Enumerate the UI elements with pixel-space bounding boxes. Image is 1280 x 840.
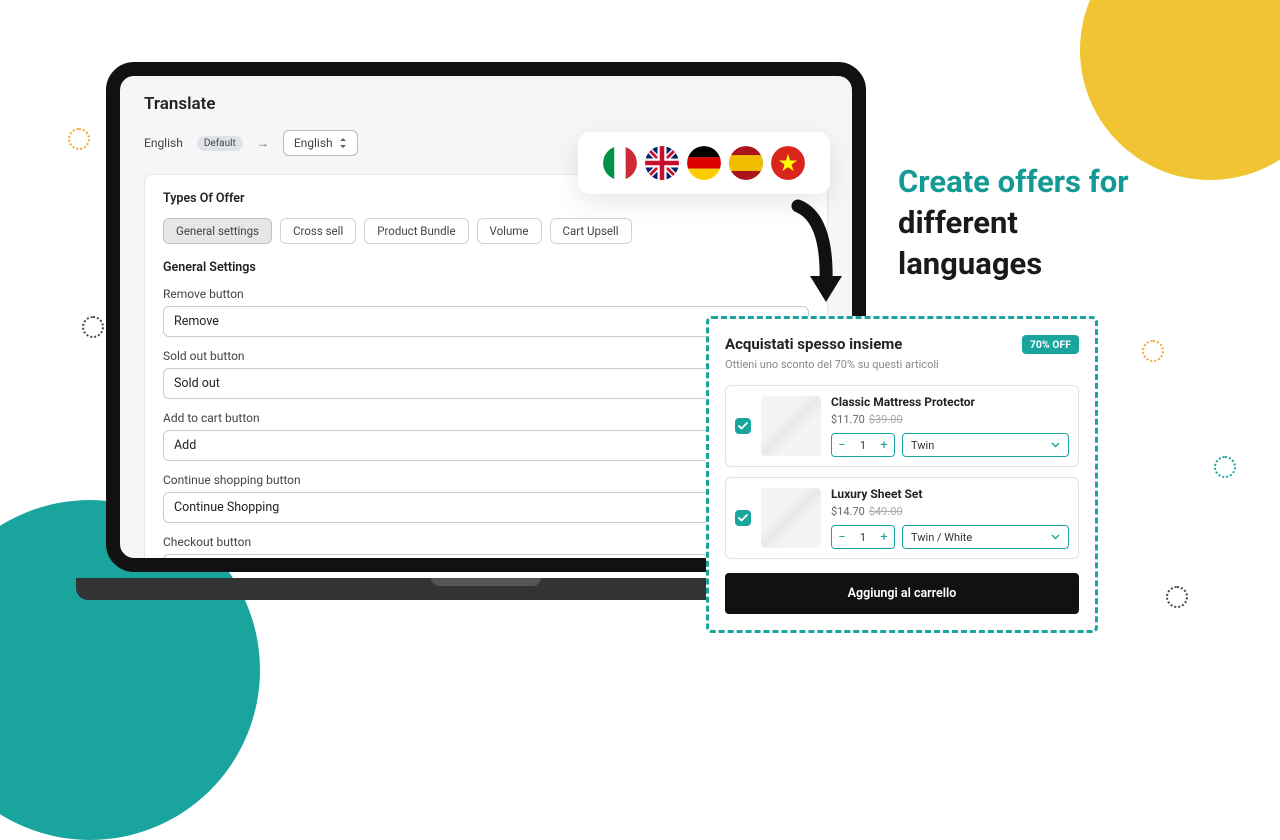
setting-label: Remove button xyxy=(163,287,809,301)
product-checkbox[interactable] xyxy=(735,418,751,434)
add-to-cart-button[interactable]: Aggiungi al carrello xyxy=(725,573,1079,614)
dot-decoration xyxy=(1214,456,1236,478)
flag-uk-icon xyxy=(645,146,679,180)
offer-title: Acquistati spesso insieme xyxy=(725,335,902,353)
page-title: Translate xyxy=(144,94,828,114)
dot-decoration xyxy=(1166,586,1188,608)
product-row: Classic Mattress Protector $11.70$39.00 −1… xyxy=(725,385,1079,467)
general-settings-header: General Settings xyxy=(163,260,809,275)
product-price: $14.70$49.00 xyxy=(831,505,1069,518)
tab-product-bundle[interactable]: Product Bundle xyxy=(364,218,468,244)
tab-general-settings[interactable]: General settings xyxy=(163,218,272,244)
qty-minus[interactable]: − xyxy=(832,526,852,548)
flag-spain-icon xyxy=(729,146,763,180)
offer-preview-panel: Acquistati spesso insieme 70% OFF Ottien… xyxy=(706,316,1098,633)
variant-select[interactable]: Twin xyxy=(902,433,1069,457)
discount-badge: 70% OFF xyxy=(1022,335,1079,354)
qty-plus[interactable]: + xyxy=(874,526,894,548)
quantity-stepper[interactable]: −1+ xyxy=(831,433,895,457)
flags-panel xyxy=(578,132,830,194)
tab-cart-upsell[interactable]: Cart Upsell xyxy=(550,218,632,244)
qty-minus[interactable]: − xyxy=(832,434,852,456)
variant-select[interactable]: Twin / White xyxy=(902,525,1069,549)
arrow-right-icon: → xyxy=(257,136,269,150)
product-name: Luxury Sheet Set xyxy=(831,487,1069,501)
dot-decoration xyxy=(68,128,90,150)
quantity-stepper[interactable]: −1+ xyxy=(831,525,895,549)
tab-volume[interactable]: Volume xyxy=(477,218,542,244)
dot-decoration xyxy=(1142,340,1164,362)
dot-decoration xyxy=(82,316,104,338)
product-row: Luxury Sheet Set $14.70$49.00 −1+ Twin / Wh… xyxy=(725,477,1079,559)
flag-italy-icon xyxy=(603,146,637,180)
product-image xyxy=(761,488,821,548)
product-price: $11.70$39.00 xyxy=(831,413,1069,426)
curved-arrow-icon xyxy=(780,198,850,318)
tab-cross-sell[interactable]: Cross sell xyxy=(280,218,356,244)
offer-subtitle: Ottieni uno sconto del 70% su questi art… xyxy=(725,358,1079,371)
chevron-down-icon xyxy=(1051,442,1060,448)
product-name: Classic Mattress Protector xyxy=(831,395,1069,409)
product-image xyxy=(761,396,821,456)
chevron-down-icon xyxy=(1051,534,1060,540)
source-language: English xyxy=(144,136,183,150)
target-language-select[interactable]: English xyxy=(283,130,358,156)
flag-germany-icon xyxy=(687,146,721,180)
default-badge: Default xyxy=(197,136,243,151)
yellow-blob-decoration xyxy=(1080,0,1280,180)
marketing-headline: Create offers for different languages xyxy=(898,162,1129,285)
flag-vietnam-icon xyxy=(771,146,805,180)
tabs-row: General settings Cross sell Product Bundle… xyxy=(163,218,809,244)
updown-icon xyxy=(339,138,347,148)
qty-plus[interactable]: + xyxy=(874,434,894,456)
product-checkbox[interactable] xyxy=(735,510,751,526)
